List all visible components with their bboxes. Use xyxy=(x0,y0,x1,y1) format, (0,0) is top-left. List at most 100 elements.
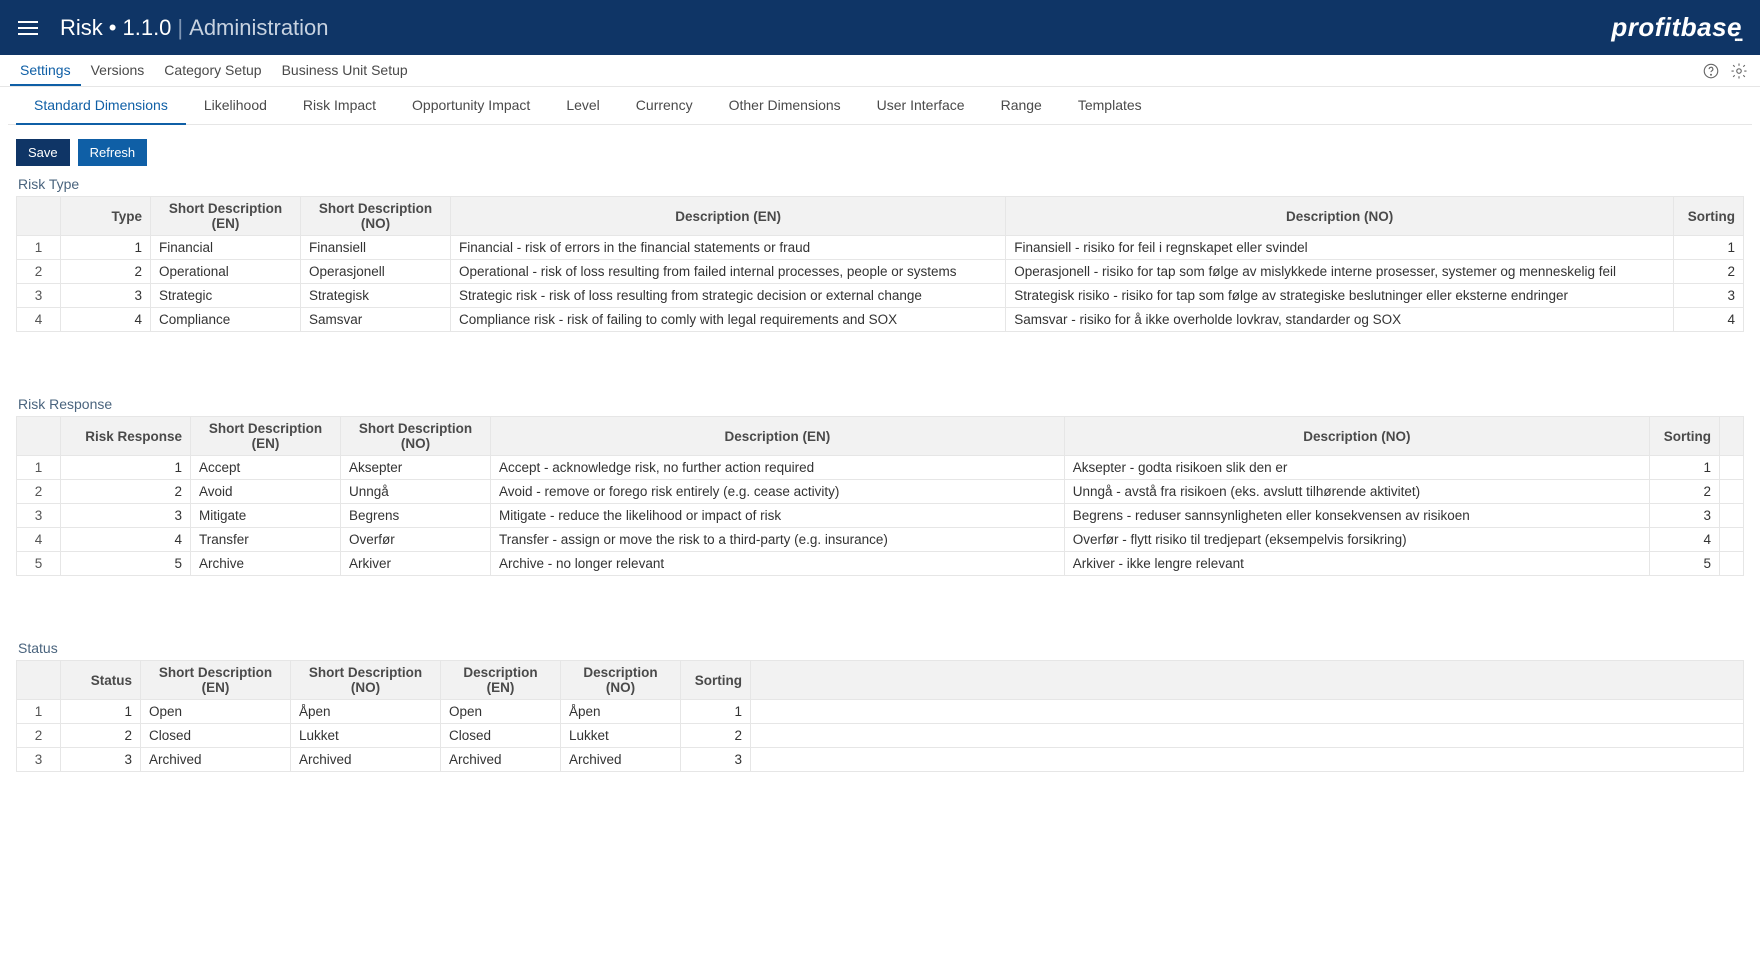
cell-sd_en[interactable]: Strategic xyxy=(151,284,301,308)
tab-opportunity-impact[interactable]: Opportunity Impact xyxy=(394,87,548,124)
column-header[interactable] xyxy=(17,417,61,456)
cell-sort[interactable]: 1 xyxy=(681,700,751,724)
gear-icon[interactable] xyxy=(1728,60,1750,82)
cell-d_no[interactable]: Begrens - reduser sannsynligheten eller … xyxy=(1064,504,1649,528)
cell-sd_no[interactable]: Åpen xyxy=(291,700,441,724)
column-header[interactable]: Risk Response xyxy=(61,417,191,456)
cell-sd_en[interactable]: Financial xyxy=(151,236,301,260)
menu-icon[interactable] xyxy=(18,21,38,35)
cell-sort[interactable]: 2 xyxy=(1649,480,1719,504)
table-row[interactable]: 33StrategicStrategiskStrategic risk - ri… xyxy=(17,284,1744,308)
cell-sort[interactable]: 1 xyxy=(1649,456,1719,480)
table-row[interactable]: 55ArchiveArkiverArchive - no longer rele… xyxy=(17,552,1744,576)
cell-d_en[interactable]: Financial - risk of errors in the financ… xyxy=(451,236,1006,260)
cell-d_no[interactable]: Aksepter - godta risikoen slik den er xyxy=(1064,456,1649,480)
tab-standard-dimensions[interactable]: Standard Dimensions xyxy=(16,87,186,125)
column-header[interactable]: Description (NO) xyxy=(1006,197,1674,236)
cell-sort[interactable]: 5 xyxy=(1649,552,1719,576)
column-header[interactable]: Description (EN) xyxy=(441,661,561,700)
cell-sd_no[interactable]: Overfør xyxy=(341,528,491,552)
tab-currency[interactable]: Currency xyxy=(618,87,711,124)
cell-sort[interactable]: 1 xyxy=(1674,236,1744,260)
tab-risk-impact[interactable]: Risk Impact xyxy=(285,87,394,124)
cell-sd_no[interactable]: Aksepter xyxy=(341,456,491,480)
table-row[interactable]: 22ClosedLukketClosedLukket2 xyxy=(17,724,1744,748)
cell-sd_no[interactable]: Lukket xyxy=(291,724,441,748)
column-header[interactable]: Short Description (NO) xyxy=(301,197,451,236)
cell-st[interactable]: 2 xyxy=(61,724,141,748)
cell-d_no[interactable]: Lukket xyxy=(561,724,681,748)
cell-d_no[interactable]: Samsvar - risiko for å ikke overholde lo… xyxy=(1006,308,1674,332)
column-header[interactable]: Short Description (NO) xyxy=(341,417,491,456)
cell-sort[interactable]: 3 xyxy=(1674,284,1744,308)
cell-sd_no[interactable]: Arkiver xyxy=(341,552,491,576)
tab-user-interface[interactable]: User Interface xyxy=(859,87,983,124)
cell-sort[interactable]: 2 xyxy=(681,724,751,748)
cell-d_en[interactable]: Closed xyxy=(441,724,561,748)
cell-sort[interactable]: 4 xyxy=(1649,528,1719,552)
cell-rr[interactable]: 3 xyxy=(61,504,191,528)
cell-rr[interactable]: 5 xyxy=(61,552,191,576)
column-header[interactable]: Sorting xyxy=(1649,417,1719,456)
cell-sd_en[interactable]: Archive xyxy=(191,552,341,576)
column-header[interactable]: Description (NO) xyxy=(1064,417,1649,456)
cell-sd_en[interactable]: Accept xyxy=(191,456,341,480)
cell-d_en[interactable]: Mitigate - reduce the likelihood or impa… xyxy=(491,504,1065,528)
tab-range[interactable]: Range xyxy=(983,87,1060,124)
cell-d_en[interactable]: Archive - no longer relevant xyxy=(491,552,1065,576)
cell-st[interactable]: 3 xyxy=(61,748,141,772)
cell-sort[interactable]: 3 xyxy=(681,748,751,772)
cell-d_no[interactable]: Overfør - flytt risiko til tredjepart (e… xyxy=(1064,528,1649,552)
cell-sort[interactable]: 3 xyxy=(1649,504,1719,528)
tab-likelihood[interactable]: Likelihood xyxy=(186,87,285,124)
table-row[interactable]: 33MitigateBegrensMitigate - reduce the l… xyxy=(17,504,1744,528)
table-row[interactable]: 22AvoidUnngåAvoid - remove or forego ris… xyxy=(17,480,1744,504)
cell-sd_no[interactable]: Strategisk xyxy=(301,284,451,308)
table-row[interactable]: 33ArchivedArchivedArchivedArchived3 xyxy=(17,748,1744,772)
column-header[interactable] xyxy=(17,197,61,236)
cell-rr[interactable]: 1 xyxy=(61,456,191,480)
table-row[interactable]: 11FinancialFinansiellFinancial - risk of… xyxy=(17,236,1744,260)
column-header[interactable]: Status xyxy=(61,661,141,700)
cell-sd_en[interactable]: Open xyxy=(141,700,291,724)
cell-d_no[interactable]: Unngå - avstå fra risikoen (eks. avslutt… xyxy=(1064,480,1649,504)
cell-d_en[interactable]: Compliance risk - risk of failing to com… xyxy=(451,308,1006,332)
cell-sd_en[interactable]: Operational xyxy=(151,260,301,284)
cell-type[interactable]: 2 xyxy=(61,260,151,284)
cell-type[interactable]: 1 xyxy=(61,236,151,260)
table-row[interactable]: 11OpenÅpenOpenÅpen1 xyxy=(17,700,1744,724)
column-header[interactable] xyxy=(1719,417,1743,456)
cell-sd_no[interactable]: Samsvar xyxy=(301,308,451,332)
cell-type[interactable]: 4 xyxy=(61,308,151,332)
cell-sd_en[interactable]: Mitigate xyxy=(191,504,341,528)
cell-d_en[interactable]: Strategic risk - risk of loss resulting … xyxy=(451,284,1006,308)
cell-d_en[interactable]: Transfer - assign or move the risk to a … xyxy=(491,528,1065,552)
tab-templates[interactable]: Templates xyxy=(1060,87,1160,124)
cell-d_en[interactable]: Accept - acknowledge risk, no further ac… xyxy=(491,456,1065,480)
table-row[interactable]: 11AcceptAksepterAccept - acknowledge ris… xyxy=(17,456,1744,480)
table-row[interactable]: 44ComplianceSamsvarCompliance risk - ris… xyxy=(17,308,1744,332)
cell-d_en[interactable]: Archived xyxy=(441,748,561,772)
save-button[interactable]: Save xyxy=(16,139,70,166)
cell-d_no[interactable]: Åpen xyxy=(561,700,681,724)
nav-item-versions[interactable]: Versions xyxy=(81,56,155,86)
table-risk-response[interactable]: Risk ResponseShort Description (EN)Short… xyxy=(16,416,1744,576)
cell-d_no[interactable]: Operasjonell - risiko for tap som følge … xyxy=(1006,260,1674,284)
nav-item-settings[interactable]: Settings xyxy=(10,56,81,86)
help-icon[interactable] xyxy=(1700,60,1722,82)
refresh-button[interactable]: Refresh xyxy=(78,139,148,166)
cell-d_no[interactable]: Archived xyxy=(561,748,681,772)
cell-st[interactable]: 1 xyxy=(61,700,141,724)
cell-sd_en[interactable]: Compliance xyxy=(151,308,301,332)
cell-sd_en[interactable]: Archived xyxy=(141,748,291,772)
tab-level[interactable]: Level xyxy=(548,87,617,124)
cell-sort[interactable]: 2 xyxy=(1674,260,1744,284)
table-row[interactable]: 22OperationalOperasjonellOperational - r… xyxy=(17,260,1744,284)
table-status[interactable]: StatusShort Description (EN)Short Descri… xyxy=(16,660,1744,772)
column-header[interactable] xyxy=(751,661,1744,700)
table-risk-type[interactable]: TypeShort Description (EN)Short Descript… xyxy=(16,196,1744,332)
cell-sort[interactable]: 4 xyxy=(1674,308,1744,332)
nav-item-category-setup[interactable]: Category Setup xyxy=(154,56,271,86)
cell-sd_en[interactable]: Transfer xyxy=(191,528,341,552)
column-header[interactable]: Description (NO) xyxy=(561,661,681,700)
